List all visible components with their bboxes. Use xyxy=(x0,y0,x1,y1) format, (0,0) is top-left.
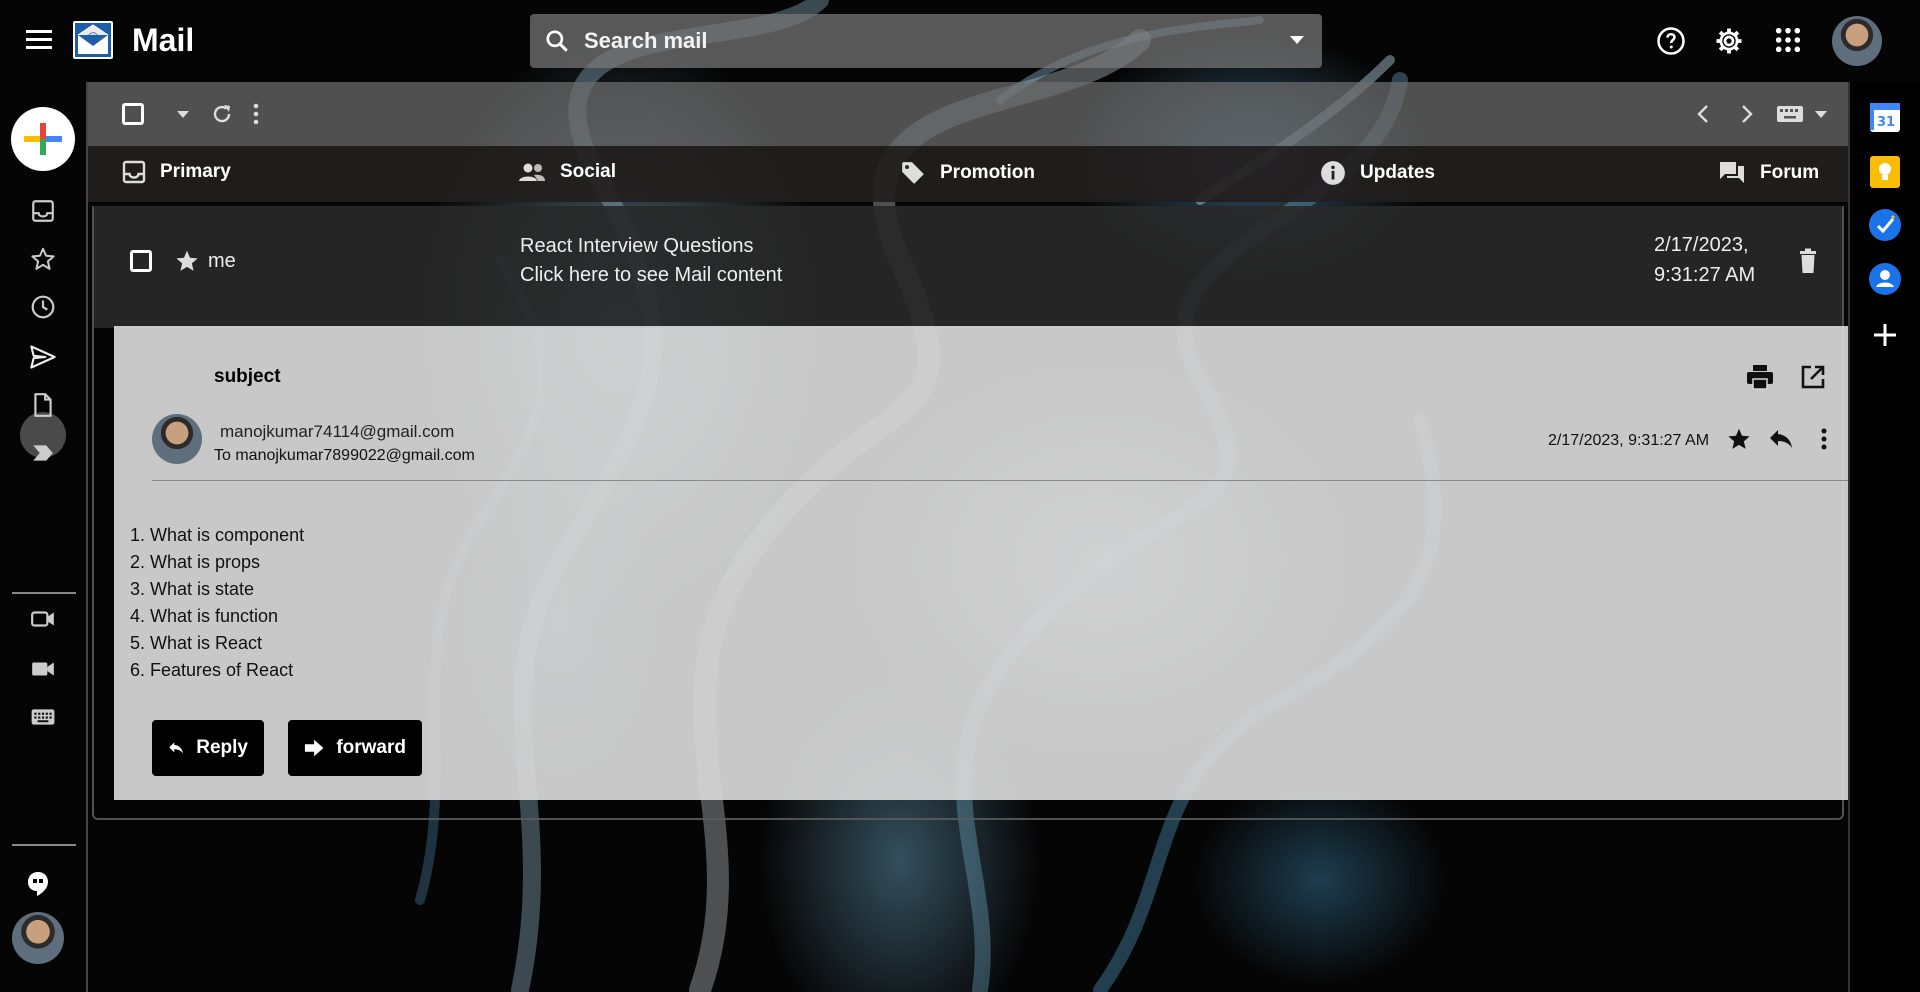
rail-divider xyxy=(12,592,76,594)
body-line: 2. What is props xyxy=(130,552,261,572)
left-nav-rail xyxy=(0,82,88,992)
row-checkbox[interactable] xyxy=(130,250,152,272)
compose-plus-icon xyxy=(24,123,62,155)
profile-avatar[interactable] xyxy=(12,912,64,964)
sender-avatar xyxy=(152,414,202,464)
row-time: 9:31:27 AM xyxy=(1654,264,1756,286)
older-chevron-right-icon[interactable] xyxy=(1740,104,1754,124)
input-tools-chevron-down-icon[interactable] xyxy=(1814,110,1828,120)
tag-icon xyxy=(902,162,924,184)
tab-label: Forum xyxy=(1760,162,1820,183)
reply-button[interactable]: Reply xyxy=(152,720,264,776)
star-icon[interactable] xyxy=(174,248,200,274)
apps-grid-icon[interactable] xyxy=(1774,26,1802,54)
search-options-chevron-down-icon[interactable] xyxy=(1290,36,1304,44)
info-icon xyxy=(1321,161,1345,185)
mail-logo: @ xyxy=(73,21,113,59)
select-options-chevron-down-icon[interactable] xyxy=(176,110,190,120)
body-line: 4. What is function xyxy=(130,606,279,626)
svg-text:@: @ xyxy=(88,30,99,43)
header-divider xyxy=(152,480,1848,481)
sent-icon[interactable] xyxy=(29,343,57,371)
forward-arrow-icon xyxy=(304,739,324,757)
mail-date: 2/17/2023, 9:31:27 AM xyxy=(1548,432,1710,449)
snoozed-clock-icon[interactable] xyxy=(30,294,56,320)
mail-list-row[interactable]: me React Interview Questions Click here … xyxy=(94,206,1842,328)
body-line: 1. What is component xyxy=(130,525,305,545)
tab-forum[interactable]: Forum xyxy=(1718,160,1819,186)
search-bar[interactable] xyxy=(530,14,1322,68)
newer-chevron-left-icon[interactable] xyxy=(1696,104,1710,124)
starred-icon[interactable] xyxy=(30,246,56,272)
forum-icon xyxy=(1720,162,1744,183)
settings-gear-icon[interactable] xyxy=(1714,26,1744,56)
right-side-panel: 31 xyxy=(1848,82,1920,992)
mail-body: 1. What is component 2. What is props 3.… xyxy=(130,522,304,684)
more-options-icon[interactable] xyxy=(1820,426,1828,452)
hangouts-chat-icon[interactable] xyxy=(26,871,50,897)
row-date: 2/17/2023, xyxy=(1654,234,1749,256)
reply-icon xyxy=(169,742,183,754)
top-bar: @ Mail xyxy=(0,0,1920,82)
tab-updates[interactable]: Updates xyxy=(1320,160,1435,186)
more-options-icon[interactable] xyxy=(252,102,260,126)
tab-label: Promotion xyxy=(940,162,1035,183)
category-tabs: Primary Social Promotion Updates Forum xyxy=(88,146,1848,202)
tab-primary[interactable]: Primary xyxy=(122,160,231,184)
mail-to: To manojkumar7899022@gmail.com xyxy=(214,447,475,464)
forward-button[interactable]: forward xyxy=(288,720,422,776)
calendar-icon[interactable]: 31 xyxy=(1868,100,1902,134)
add-addon-plus-icon[interactable] xyxy=(1868,318,1902,352)
app-title: Mail xyxy=(132,22,195,58)
search-input[interactable] xyxy=(584,24,1244,58)
row-sender: me xyxy=(208,250,236,272)
compose-button[interactable] xyxy=(11,107,75,171)
input-tools-keyboard-icon[interactable] xyxy=(1776,104,1804,124)
row-snippet[interactable]: Click here to see Mail content xyxy=(520,264,782,287)
delete-trash-icon[interactable] xyxy=(1798,248,1818,274)
important-label-icon[interactable] xyxy=(30,440,56,466)
tab-label: Social xyxy=(560,161,616,182)
body-line: 3. What is state xyxy=(130,579,255,599)
reply-icon[interactable] xyxy=(1768,428,1794,450)
mail-subject: subject xyxy=(214,366,281,387)
print-icon[interactable] xyxy=(1746,364,1774,390)
inbox-icon xyxy=(122,160,146,184)
people-icon xyxy=(519,163,545,181)
mail-detail-view: subject manojkumar74114@gmail.com To man… xyxy=(114,326,1848,800)
tab-label: Primary xyxy=(160,161,231,182)
inbox-icon[interactable] xyxy=(30,198,56,224)
account-avatar[interactable] xyxy=(1832,16,1882,66)
tab-social[interactable]: Social xyxy=(518,160,616,184)
meet-video-icon[interactable] xyxy=(30,656,56,682)
help-icon[interactable] xyxy=(1656,26,1686,56)
star-icon[interactable] xyxy=(1726,426,1752,452)
tasks-icon[interactable] xyxy=(1868,208,1902,242)
drafts-file-icon[interactable] xyxy=(30,392,56,418)
rail-divider-bottom xyxy=(12,844,76,846)
body-line: 6. Features of React xyxy=(130,660,294,680)
svg-text:31: 31 xyxy=(1877,115,1895,130)
row-subject: React Interview Questions xyxy=(520,235,754,257)
forward-button-label: forward xyxy=(336,737,406,758)
meet-new-meeting-icon[interactable] xyxy=(30,606,56,632)
reply-button-label: Reply xyxy=(196,737,248,758)
keep-notes-icon[interactable] xyxy=(1868,155,1902,189)
keyboard-icon[interactable] xyxy=(30,704,56,730)
main-menu-icon[interactable] xyxy=(26,30,52,50)
select-all-checkbox[interactable] xyxy=(122,103,144,125)
search-icon[interactable] xyxy=(544,28,570,54)
tab-promotion[interactable]: Promotion xyxy=(900,160,1035,186)
tab-label: Updates xyxy=(1360,162,1435,183)
mail-toolbar xyxy=(88,82,1848,146)
body-line: 5. What is React xyxy=(130,633,263,653)
contacts-icon[interactable] xyxy=(1868,262,1902,296)
mail-from: manojkumar74114@gmail.com xyxy=(220,422,455,441)
open-in-new-window-icon[interactable] xyxy=(1800,364,1826,390)
refresh-icon[interactable] xyxy=(210,102,234,126)
